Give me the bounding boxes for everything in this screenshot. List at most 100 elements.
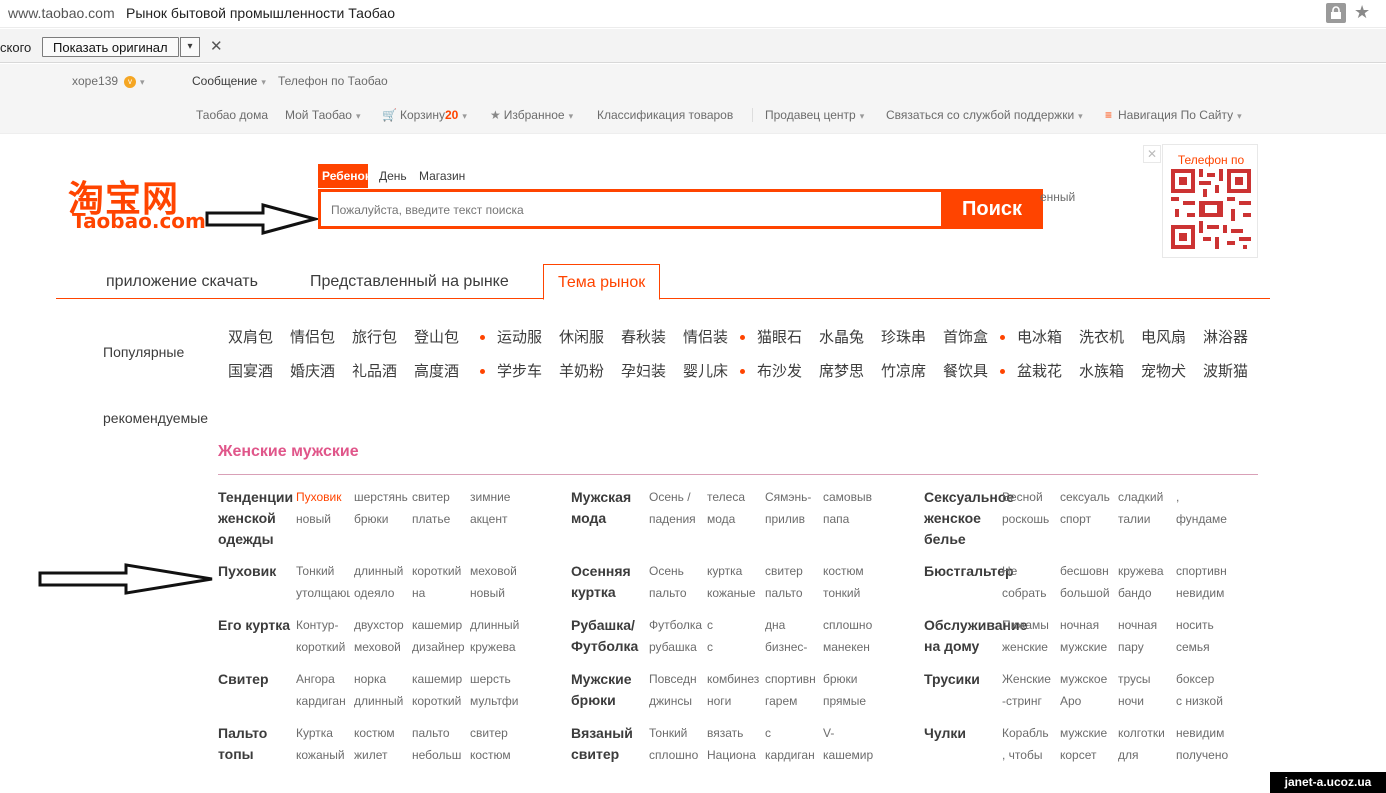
category-item-link[interactable]: ночная мужские [1060, 614, 1114, 658]
category-item-link[interactable]: сс [707, 614, 761, 658]
category-item-link[interactable]: меховой новый [470, 560, 524, 604]
category-item-link[interactable]: Повседн джинсы [649, 668, 703, 712]
category-item-link[interactable]: кружева бандо [1118, 560, 1172, 604]
cart-menu[interactable]: 🛒 Корзину20 ▾ [382, 108, 467, 122]
category-item-link[interactable]: V-кашемир [823, 722, 877, 766]
category-item-link[interactable]: спортивн гарем [765, 668, 819, 712]
hot-word-link[interactable]: 盆栽花 [1017, 360, 1062, 381]
category-item-link[interactable]: шерстяные брюки [354, 486, 408, 530]
category-heading[interactable]: Рубашка/ Футболка [571, 615, 649, 657]
category-item-link[interactable]: короткий на [412, 560, 466, 604]
tab-theme-market[interactable]: Тема рынок [543, 264, 661, 300]
category-heading[interactable]: Мужские брюки [571, 669, 649, 711]
category-item-link[interactable]: Осень пальто [649, 560, 703, 604]
hot-word-link[interactable]: 珍珠串 [881, 326, 926, 347]
hot-word-link[interactable]: 情侣包 [290, 326, 335, 347]
hot-word-link[interactable]: 学步车 [497, 360, 542, 381]
category-item-link[interactable]: костюм тонкий [823, 560, 877, 604]
favorites-menu[interactable]: ★ Избранное ▾ [490, 108, 573, 122]
phone-link[interactable]: Телефон по Таобао [278, 74, 388, 88]
hot-word-link[interactable]: 水族箱 [1079, 360, 1124, 381]
search-button[interactable]: Поиск [941, 189, 1043, 229]
category-item-link[interactable]: Пуховик новый [296, 486, 350, 530]
category-item-link[interactable]: колготки для [1118, 722, 1172, 766]
category-item-link[interactable]: ночная пару [1118, 614, 1172, 658]
hot-word-link[interactable]: 春秋装 [621, 326, 666, 347]
search-tab-shop[interactable]: Магазин [419, 164, 465, 188]
home-link[interactable]: Таобао дома [196, 108, 268, 122]
category-item-link[interactable]: Пижамы женские [1002, 614, 1056, 658]
category-item-link[interactable]: кашемир короткий [412, 668, 466, 712]
category-item-link[interactable]: Женские -стринг [1002, 668, 1056, 712]
category-item-link[interactable]: костюм жилет [354, 722, 408, 766]
category-item-link[interactable]: Футболка рубашка [649, 614, 703, 658]
category-heading[interactable]: Пальто топы [218, 723, 296, 765]
category-item-link[interactable]: самовыв папа [823, 486, 877, 530]
message-menu[interactable]: Сообщение ▾ [192, 74, 266, 88]
category-heading[interactable]: Бюстгальтер [924, 561, 1014, 582]
search-input[interactable] [331, 200, 931, 220]
category-item-link[interactable]: мужские корсет [1060, 722, 1114, 766]
hot-word-link[interactable]: 席梦思 [819, 360, 864, 381]
hot-word-link[interactable]: 布沙发 [757, 360, 802, 381]
category-item-link[interactable]: Осень / падения [649, 486, 703, 530]
hot-word-link[interactable]: 电风扇 [1141, 326, 1186, 347]
category-item-link[interactable]: Тонкий сплошно [649, 722, 703, 766]
category-heading[interactable]: Осенняя куртка [571, 561, 649, 603]
qr-close-icon[interactable]: ✕ [1143, 145, 1161, 163]
hot-word-link[interactable]: 电冰箱 [1017, 326, 1062, 347]
hot-word-link[interactable]: 洗衣机 [1079, 326, 1124, 347]
translate-options-dropdown[interactable]: ▾ [180, 37, 200, 57]
category-heading[interactable]: Тенденции женской одежды [218, 487, 296, 550]
hot-word-link[interactable]: 波斯猫 [1203, 360, 1248, 381]
category-item-link[interactable]: зимние акцент [470, 486, 524, 530]
site-nav-menu[interactable]: ≡ Навигация По Сайту ▾ [1105, 108, 1242, 122]
tab-featured-market[interactable]: Представленный на рынке [310, 264, 509, 299]
category-item-link[interactable]: свитер пальто [765, 560, 819, 604]
category-item-link[interactable]: бесшовн большой [1060, 560, 1114, 604]
search-tab-baby[interactable]: Ребенок [318, 164, 368, 188]
taobao-logo-text[interactable]: Taobao.com [72, 209, 206, 233]
category-heading[interactable]: Трусики [924, 669, 1002, 690]
category-item-link[interactable]: с кардиган [765, 722, 819, 766]
hot-word-link[interactable]: 礼品酒 [352, 360, 397, 381]
hot-word-link[interactable]: 高度酒 [414, 360, 459, 381]
category-heading[interactable]: Пуховик [218, 561, 296, 582]
category-item-link[interactable]: трусы ночи [1118, 668, 1172, 712]
category-item-link[interactable]: двухстор меховой [354, 614, 408, 658]
category-item-link[interactable]: спортивн невидим [1176, 560, 1230, 604]
category-item-link[interactable]: Не собрать [1002, 560, 1056, 604]
category-item-link[interactable]: Сямэнь-прилив [765, 486, 819, 530]
hot-word-link[interactable]: 宠物犬 [1141, 360, 1186, 381]
category-item-link[interactable]: Куртка кожаный [296, 722, 350, 766]
hot-word-link[interactable]: 婚庆酒 [290, 360, 335, 381]
hot-word-link[interactable]: 餐饮具 [943, 360, 988, 381]
category-item-link[interactable]: комбинез ноги [707, 668, 761, 712]
category-item-link[interactable]: невидим получено [1176, 722, 1230, 766]
support-menu[interactable]: Связаться со службой поддержки ▾ [886, 108, 1083, 122]
my-taobao-menu[interactable]: Мой Таобао ▾ [285, 108, 360, 122]
category-item-link[interactable]: Корабль , чтобы [1002, 722, 1056, 766]
category-item-link[interactable]: норка длинный [354, 668, 408, 712]
category-item-link[interactable]: пальто небольш [412, 722, 466, 766]
category-item-link[interactable]: брюки прямые [823, 668, 877, 712]
category-item-link[interactable]: свитер платье [412, 486, 466, 530]
category-item-link[interactable]: куртка кожаные [707, 560, 761, 604]
category-heading[interactable]: Чулки [924, 723, 1002, 744]
seller-center-menu[interactable]: Продавец центр ▾ [765, 108, 864, 122]
hot-word-link[interactable]: 运动服 [497, 326, 542, 347]
category-item-link[interactable]: кашемир дизайнер [412, 614, 466, 658]
hot-word-link[interactable]: 双肩包 [228, 326, 273, 347]
tab-app-download[interactable]: приложение скачать [106, 264, 258, 299]
category-item-link[interactable]: Контур-короткий [296, 614, 350, 658]
user-menu[interactable]: xope139 v ▾ [72, 74, 145, 88]
category-item-link[interactable]: сексуаль спорт [1060, 486, 1114, 530]
hot-word-link[interactable]: 国宴酒 [228, 360, 273, 381]
category-item-link[interactable]: свитер костюм [470, 722, 524, 766]
bookmark-star-icon[interactable]: ★ [1354, 2, 1370, 23]
category-item-link[interactable]: носить семья [1176, 614, 1230, 658]
hot-word-link[interactable]: 旅行包 [352, 326, 397, 347]
hot-word-link[interactable]: 情侣装 [683, 326, 728, 347]
hot-word-link[interactable]: 淋浴器 [1203, 326, 1248, 347]
category-item-link[interactable]: Весной роскошь [1002, 486, 1056, 530]
